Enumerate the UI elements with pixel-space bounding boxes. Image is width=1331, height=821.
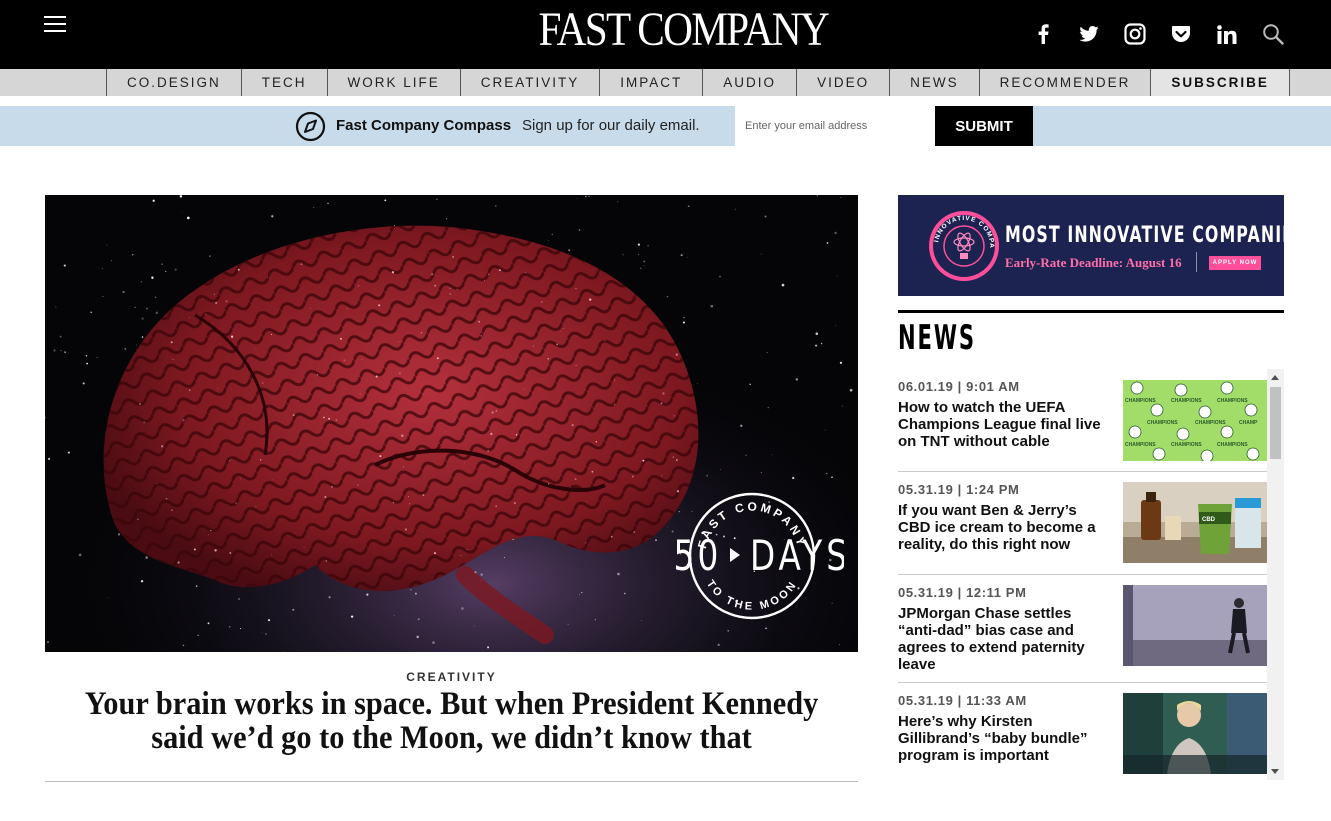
svg-text:CHAMPIONS: CHAMPIONS <box>1171 398 1202 404</box>
nav-item-co-design[interactable]: CO.DESIGN <box>107 69 242 96</box>
news-item[interactable]: 06.01.19 | 9:01 AM How to watch the UEFA… <box>898 369 1267 472</box>
news-title[interactable]: How to watch the UEFA Champions League f… <box>898 399 1113 450</box>
news-date: 06.01.19 | 9:01 AM <box>898 379 1020 394</box>
badge-number: 50 <box>674 531 722 580</box>
section-nav: CO.DESIGN TECH WORK LIFE CREATIVITY IMPA… <box>0 69 1331 96</box>
nav-item-work-life[interactable]: WORK LIFE <box>328 69 461 96</box>
hero-image[interactable]: FAST COMPANY TO THE MOON 50 DAYS <box>45 195 858 652</box>
svg-text:CHAMPIONS: CHAMPIONS <box>1217 398 1248 404</box>
news-thumbnail: CHAMPIONS CHAMPIONS CHAMPIONS CHAMPIONS CHA… <box>1123 380 1267 461</box>
mic-seal-icon: MOST INNOVATIVE COMPANIES <box>928 210 999 281</box>
svg-text:CHAMP: CHAMP <box>1239 420 1258 426</box>
svg-text:CHAMPIONS: CHAMPIONS <box>1217 442 1248 448</box>
svg-text:CHAMPIONS: CHAMPIONS <box>1195 420 1226 426</box>
news-item[interactable]: 05.31.19 | 12:11 PM JPMorgan Chase settl… <box>898 575 1267 683</box>
svg-text:CHAMPIONS: CHAMPIONS <box>1125 442 1156 448</box>
nav-item-news[interactable]: NEWS <box>890 69 980 96</box>
news-title[interactable]: JPMorgan Chase settles “anti-dad” bias c… <box>898 605 1113 673</box>
compass-icon <box>295 111 326 142</box>
pocket-icon[interactable] <box>1169 22 1193 46</box>
svg-text:CHAMPIONS: CHAMPIONS <box>1171 442 1202 448</box>
scroll-up-icon[interactable] <box>1271 375 1279 380</box>
svg-text:CHAMPIONS: CHAMPIONS <box>1125 398 1156 404</box>
news-thumbnail: CBD <box>1123 482 1267 563</box>
news-item[interactable]: 05.31.19 | 11:33 AM Here’s why Kirsten G… <box>898 683 1267 780</box>
search-icon[interactable] <box>1261 22 1285 46</box>
news-title[interactable]: Here’s why Kirsten Gillibrand’s “baby bu… <box>898 713 1113 764</box>
nav-item-video[interactable]: VIDEO <box>797 69 891 96</box>
site-header: FAST COMPANY <box>0 0 1331 69</box>
most-innovative-ad[interactable]: MOST INNOVATIVE COMPANIES MOST INNOVATIV… <box>898 195 1284 296</box>
hero-headline[interactable]: Your brain works in space. But when Pres… <box>78 687 826 755</box>
submit-button[interactable]: SUBMIT <box>935 106 1033 146</box>
news-heading: NEWS <box>898 318 976 358</box>
ad-separator <box>1196 252 1197 272</box>
newsletter-text: Sign up for our daily email. <box>522 117 700 134</box>
facebook-icon[interactable] <box>1031 22 1055 46</box>
hero-category[interactable]: CREATIVITY <box>45 670 858 684</box>
nav-item-tech[interactable]: TECH <box>242 69 328 96</box>
fifty-days-badge: FAST COMPANY TO THE MOON 50 DAYS <box>674 492 844 620</box>
news-date: 05.31.19 | 11:33 AM <box>898 693 1027 708</box>
instagram-icon[interactable] <box>1123 22 1147 46</box>
hero-divider <box>45 781 858 782</box>
news-title[interactable]: If you want Ben & Jerry’s CBD ice cream … <box>898 502 1113 553</box>
nav-item-impact[interactable]: IMPACT <box>600 69 704 96</box>
news-date: 05.31.19 | 12:11 PM <box>898 585 1027 600</box>
svg-text:CHAMPIONS: CHAMPIONS <box>1147 420 1178 426</box>
email-input[interactable] <box>735 106 935 146</box>
news-thumbnail <box>1123 693 1267 774</box>
news-list: 06.01.19 | 9:01 AM How to watch the UEFA… <box>898 369 1284 780</box>
twitter-icon[interactable] <box>1077 22 1101 46</box>
newsletter-brand: Fast Company Compass <box>336 117 512 134</box>
menu-icon[interactable] <box>44 16 66 34</box>
apply-now-button[interactable]: APPLY NOW <box>1209 256 1261 270</box>
nav-item-audio[interactable]: AUDIO <box>703 69 798 96</box>
news-scrollbar[interactable] <box>1267 369 1284 780</box>
svg-text:CBD: CBD <box>1202 517 1216 523</box>
linkedin-icon[interactable] <box>1215 22 1239 46</box>
news-rule <box>898 310 1284 313</box>
scroll-down-icon[interactable] <box>1271 769 1279 774</box>
site-logo[interactable]: FAST COMPANY <box>538 4 829 56</box>
social-links <box>1031 20 1285 48</box>
nav-item-subscribe[interactable]: SUBSCRIBE <box>1151 69 1290 96</box>
badge-days: DAYS <box>750 531 844 580</box>
newsletter-bar: Fast Company Compass Sign up for our dai… <box>0 106 1331 146</box>
news-date: 05.31.19 | 1:24 PM <box>898 482 1020 497</box>
scroll-thumb[interactable] <box>1270 387 1281 459</box>
nav-item-recommender[interactable]: RECOMMENDER <box>980 69 1152 96</box>
news-item[interactable]: 05.31.19 | 1:24 PM If you want Ben & Jer… <box>898 472 1267 575</box>
ad-title: MOST INNOVATIVE COMPANIES <box>1005 223 1284 248</box>
news-thumbnail <box>1123 585 1267 666</box>
nav-item-creativity[interactable]: CREATIVITY <box>461 69 601 96</box>
ad-deadline: Early-Rate Deadline: August 16 <box>1005 255 1182 270</box>
